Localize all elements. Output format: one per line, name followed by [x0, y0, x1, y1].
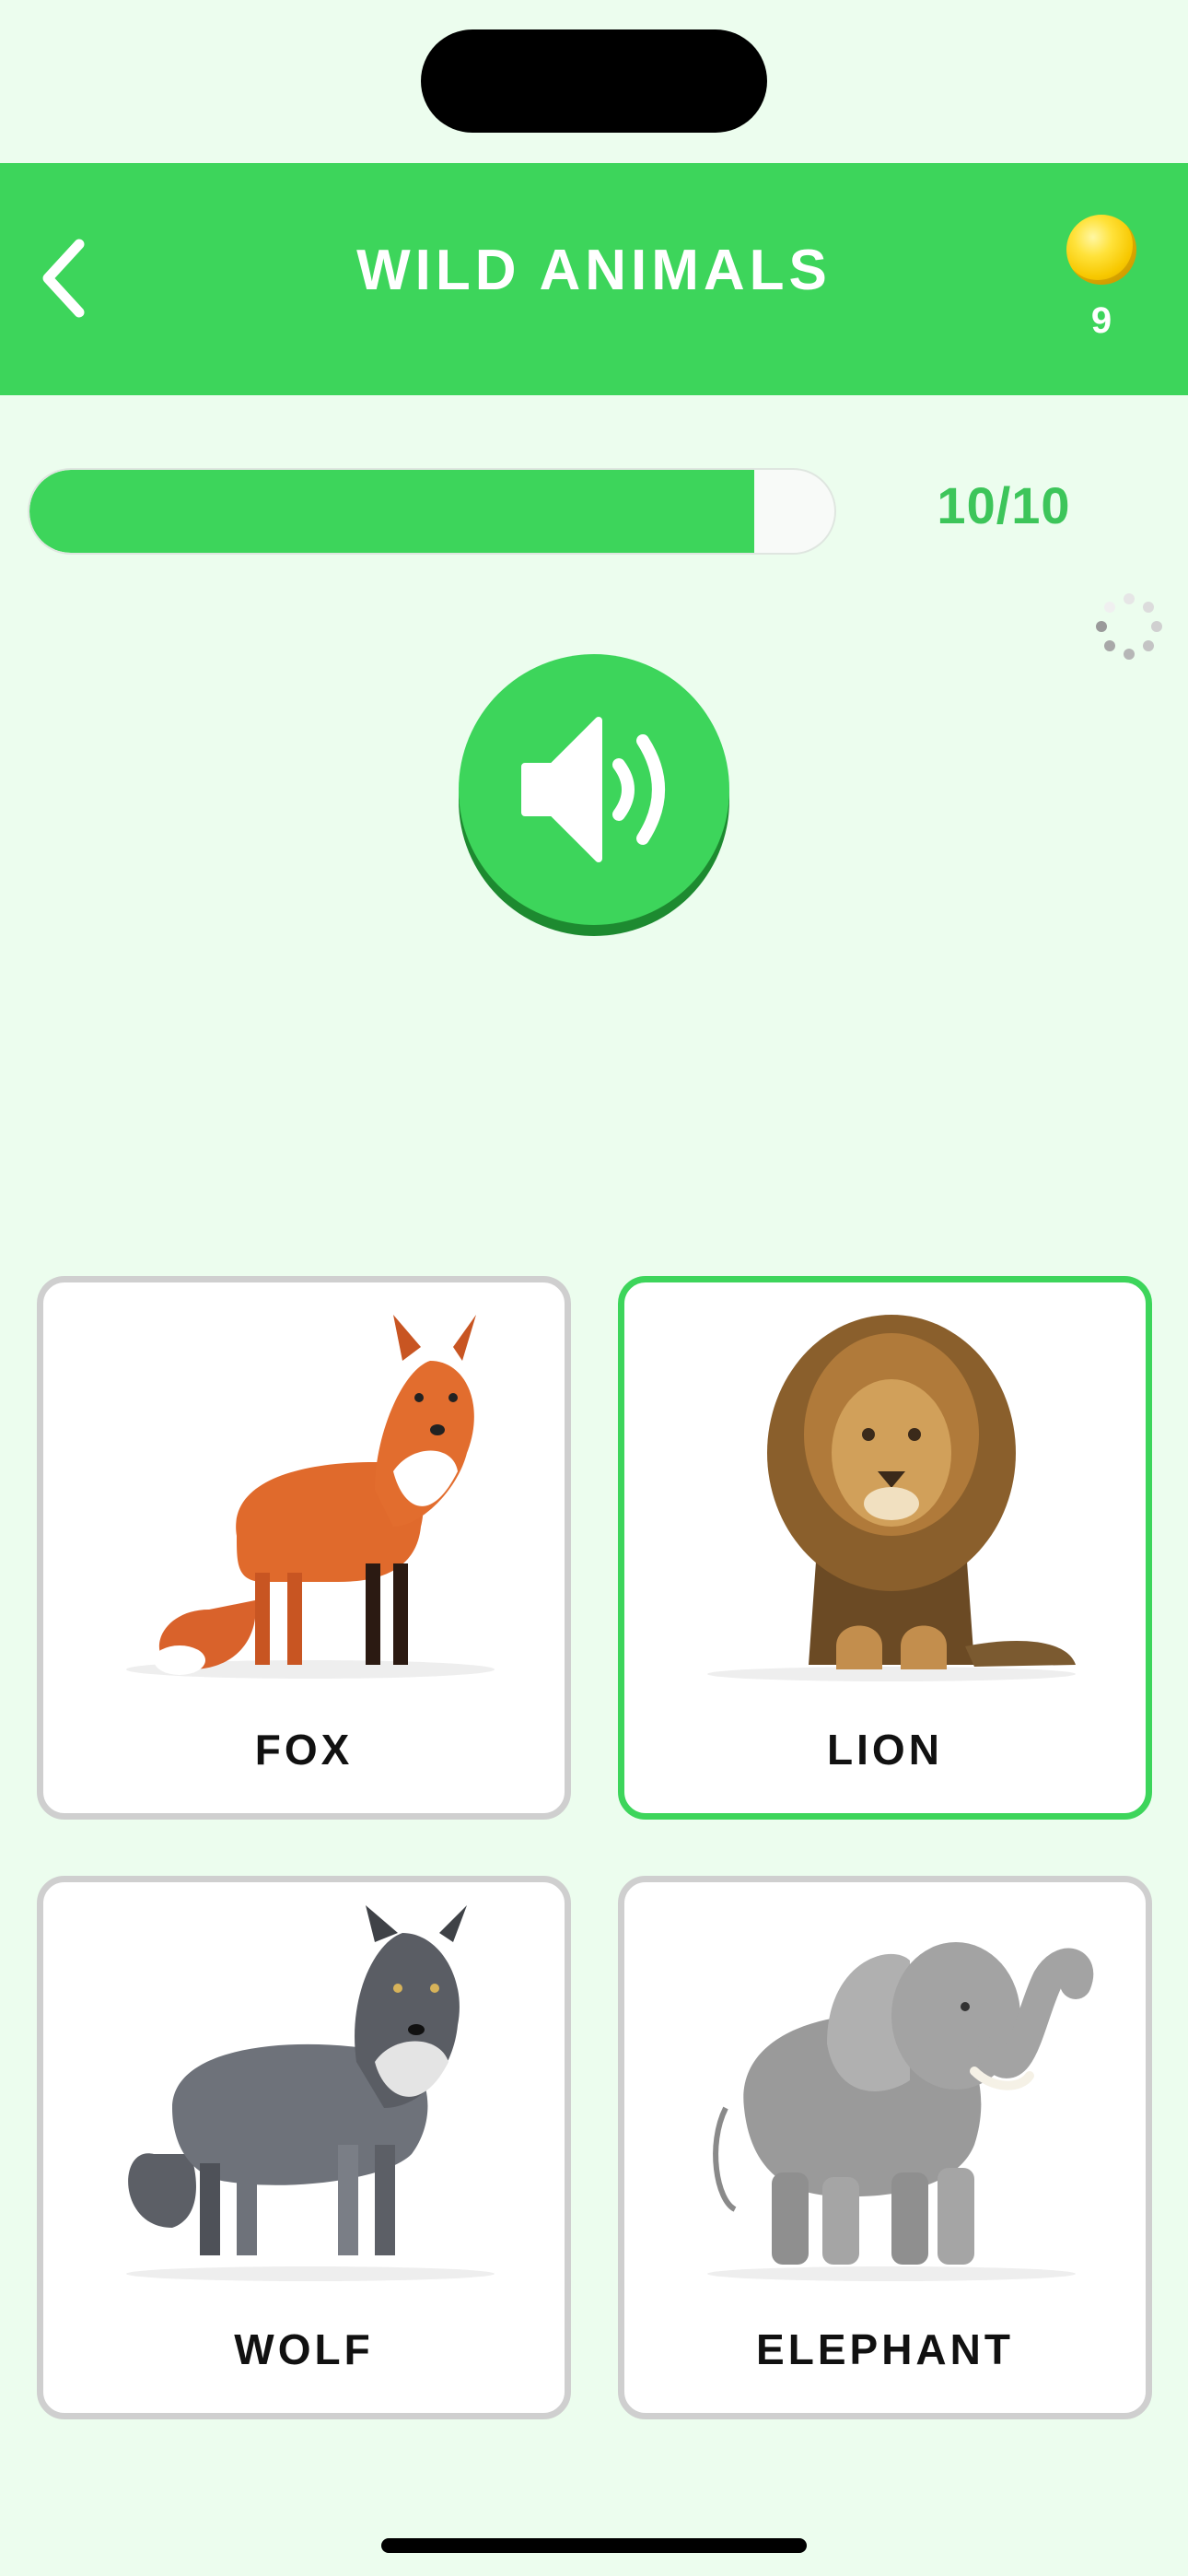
- progress-count: 10/10: [937, 476, 1071, 534]
- progress-fill: [29, 470, 754, 553]
- option-label: LION: [827, 1726, 943, 1774]
- option-card-elephant[interactable]: ELEPHANT: [618, 1876, 1152, 2419]
- speaker-icon: [521, 717, 665, 862]
- coin-icon: [1066, 215, 1136, 285]
- coin-counter: 9: [1059, 210, 1144, 348]
- option-label: FOX: [254, 1726, 354, 1774]
- option-card-lion[interactable]: LION: [618, 1276, 1152, 1820]
- fox-image: [126, 1315, 495, 1679]
- option-card-fox[interactable]: FOX: [37, 1276, 571, 1820]
- progress-bar: [28, 468, 836, 555]
- wolf-image: [126, 1905, 495, 2281]
- loading-spinner-icon: [1096, 593, 1162, 660]
- home-indicator: [381, 2538, 807, 2553]
- dynamic-island: [421, 29, 767, 133]
- coin-count: 9: [1090, 300, 1112, 341]
- page-title: WILD ANIMALS: [356, 239, 832, 302]
- lion-image: [707, 1315, 1076, 1681]
- option-card-wolf[interactable]: WOLF: [37, 1876, 571, 2419]
- option-label: WOLF: [234, 2325, 374, 2373]
- elephant-image: [707, 1942, 1094, 2281]
- option-label: ELEPHANT: [756, 2325, 1014, 2373]
- play-sound-button[interactable]: [459, 654, 729, 925]
